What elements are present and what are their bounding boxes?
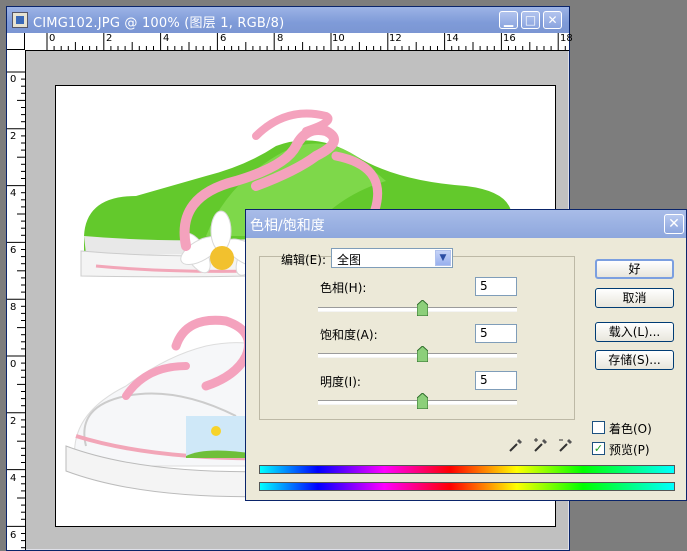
maximize-icon: □ bbox=[524, 13, 537, 27]
ruler-number: 14 bbox=[446, 33, 459, 44]
saturation-input[interactable]: 5 bbox=[475, 324, 517, 343]
ruler-number: 2 bbox=[10, 131, 17, 142]
colorize-checkbox[interactable] bbox=[592, 421, 605, 434]
ruler-number: 4 bbox=[10, 473, 17, 484]
vertical-ruler[interactable]: 0 2 4 6 8 0 2 4 6 bbox=[7, 50, 26, 550]
chevron-down-icon[interactable]: ▼ bbox=[435, 250, 451, 266]
ruler-number: 8 bbox=[10, 302, 17, 313]
ruler-number: 6 bbox=[220, 33, 227, 44]
saturation-slider-thumb[interactable] bbox=[417, 346, 428, 362]
minimize-icon: ▁ bbox=[503, 13, 514, 27]
ruler-number: 12 bbox=[389, 33, 402, 44]
saturation-label: 饱和度(A): bbox=[320, 328, 378, 342]
horizontal-ruler[interactable]: 0 2 4 6 8 10 12 14 16 18 bbox=[25, 33, 573, 51]
maximize-button[interactable]: □ bbox=[521, 11, 540, 29]
dialog-title: 色相/饱和度 bbox=[250, 218, 325, 234]
ruler-number: 6 bbox=[10, 530, 17, 541]
ruler-number: 0 bbox=[10, 74, 17, 85]
eyedropper-minus-icon[interactable] bbox=[558, 437, 574, 453]
edit-dropdown[interactable]: 全图 ▼ bbox=[331, 248, 453, 268]
ruler-number: 16 bbox=[503, 33, 516, 44]
dialog-title-bar[interactable]: 色相/饱和度 ✕ bbox=[246, 210, 686, 238]
ruler-number: 6 bbox=[10, 245, 17, 256]
hue-label: 色相(H): bbox=[320, 281, 367, 295]
ruler-number: 10 bbox=[332, 33, 345, 44]
document-title-bar[interactable]: CIMG102.JPG @ 100% (图层 1, RGB/8) ▁ □ ✕ bbox=[7, 7, 569, 33]
ruler-number: 4 bbox=[163, 33, 170, 44]
photoshop-doc-icon bbox=[12, 12, 28, 28]
ruler-number: 0 bbox=[10, 359, 17, 370]
ruler-number: 2 bbox=[10, 416, 17, 427]
eyedropper-plus-icon[interactable] bbox=[533, 437, 549, 453]
close-button[interactable]: ✕ bbox=[543, 11, 562, 29]
cancel-button[interactable]: 取消 bbox=[595, 288, 674, 308]
ruler-number: 0 bbox=[49, 33, 56, 44]
hue-saturation-dialog: 色相/饱和度 ✕ 编辑(E): 全图 ▼ 色相(H): 5 饱和度(A): 5 … bbox=[245, 209, 687, 501]
minimize-button[interactable]: ▁ bbox=[499, 11, 518, 29]
hue-slider-thumb[interactable] bbox=[417, 300, 428, 316]
ruler-number: 8 bbox=[277, 33, 284, 44]
output-spectrum-bar bbox=[259, 482, 675, 491]
input-spectrum-bar bbox=[259, 465, 675, 474]
close-icon: ✕ bbox=[668, 216, 680, 232]
edit-label: 编辑(E): bbox=[281, 253, 326, 267]
preview-checkbox[interactable]: ✓ bbox=[592, 442, 605, 455]
hue-input[interactable]: 5 bbox=[475, 277, 517, 296]
close-icon: ✕ bbox=[547, 13, 558, 27]
edit-dropdown-value: 全图 bbox=[337, 253, 362, 267]
ruler-origin[interactable] bbox=[7, 33, 25, 50]
load-button[interactable]: 载入(L)... bbox=[595, 322, 674, 342]
lightness-input[interactable]: 5 bbox=[475, 371, 517, 390]
colorize-label: 着色(O) bbox=[609, 422, 652, 436]
dialog-close-button[interactable]: ✕ bbox=[664, 214, 684, 234]
preview-label: 预览(P) bbox=[609, 443, 650, 457]
lightness-label: 明度(I): bbox=[320, 375, 361, 389]
lightness-slider-thumb[interactable] bbox=[417, 393, 428, 409]
document-title: CIMG102.JPG @ 100% (图层 1, RGB/8) bbox=[33, 16, 285, 31]
eyedropper-icon[interactable] bbox=[508, 437, 524, 453]
ruler-number: 18 bbox=[560, 33, 573, 44]
ruler-number: 4 bbox=[10, 188, 17, 199]
ok-button[interactable]: 好 bbox=[595, 259, 674, 279]
ruler-number: 2 bbox=[106, 33, 113, 44]
save-button[interactable]: 存储(S)... bbox=[595, 350, 674, 370]
